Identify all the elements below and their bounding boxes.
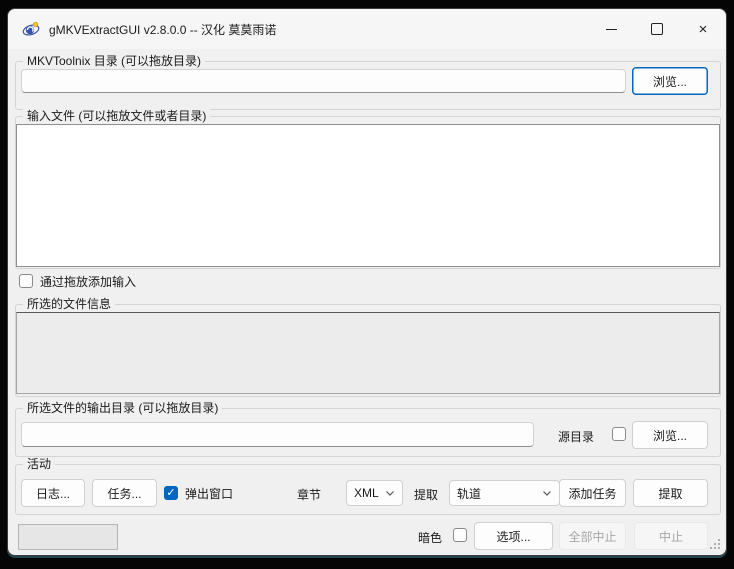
extract-mode-value: 轨道	[457, 485, 481, 502]
caption-buttons: ×	[588, 9, 726, 49]
input-files-list[interactable]	[16, 124, 720, 267]
extract-mode-select[interactable]: 轨道	[449, 480, 560, 506]
app-icon	[22, 20, 40, 38]
minimize-button[interactable]	[588, 9, 634, 49]
progress-bar	[18, 524, 118, 550]
mkvtoolnix-path-input[interactable]	[21, 69, 626, 93]
chapter-format-value: XML	[354, 486, 379, 500]
screen: gMKVExtractGUI v2.8.0.0 -- 汉化 莫莫雨诺 × MKV…	[0, 0, 734, 569]
chapter-format-select[interactable]: XML	[346, 480, 403, 506]
source-dir-checkbox[interactable]	[612, 427, 626, 441]
group-input-files-label: 输入文件 (可以拖放文件或者目录)	[23, 109, 210, 124]
drag-add-label: 通过拖放添加输入	[40, 273, 136, 290]
abort-all-button: 全部中止	[559, 522, 626, 550]
mkvtoolnix-browse-button[interactable]: 浏览...	[632, 67, 708, 95]
drag-add-checkbox[interactable]	[19, 274, 33, 288]
output-dir-input[interactable]	[21, 422, 534, 447]
popup-checkbox[interactable]: ✓	[164, 486, 178, 500]
extract-button[interactable]: 提取	[633, 479, 708, 507]
minimize-icon	[606, 29, 617, 30]
chevron-down-icon	[385, 488, 395, 498]
jobs-button[interactable]: 任务...	[92, 479, 157, 507]
options-button[interactable]: 选项...	[474, 522, 553, 550]
maximize-button[interactable]	[634, 9, 680, 49]
title-bar: gMKVExtractGUI v2.8.0.0 -- 汉化 莫莫雨诺 ×	[8, 9, 726, 49]
close-button[interactable]: ×	[680, 9, 726, 49]
abort-button: 中止	[634, 522, 708, 550]
extract-mode-label: 提取	[414, 486, 438, 503]
window-title: gMKVExtractGUI v2.8.0.0 -- 汉化 莫莫雨诺	[49, 21, 276, 38]
popup-label: 弹出窗口	[185, 485, 233, 502]
group-mkvtoolnix-label: MKVToolnix 目录 (可以拖放目录)	[23, 54, 205, 69]
file-info-box	[16, 312, 720, 394]
group-activity-label: 活动	[23, 457, 55, 472]
source-dir-label: 源目录	[558, 428, 594, 445]
add-job-button[interactable]: 添加任务	[559, 479, 626, 507]
group-output-dir-label: 所选文件的输出目录 (可以拖放目录)	[23, 401, 222, 416]
chapter-label: 章节	[297, 486, 321, 503]
resize-grip[interactable]	[708, 537, 720, 549]
dark-mode-checkbox[interactable]	[453, 528, 467, 542]
app-window: gMKVExtractGUI v2.8.0.0 -- 汉化 莫莫雨诺 × MKV…	[7, 8, 727, 556]
group-file-info-label: 所选的文件信息	[23, 297, 115, 312]
chevron-down-icon	[542, 488, 552, 498]
maximize-icon	[651, 23, 663, 35]
dark-mode-label: 暗色	[418, 529, 442, 546]
output-dir-browse-button[interactable]: 浏览...	[632, 421, 708, 449]
log-button[interactable]: 日志...	[21, 479, 85, 507]
close-icon: ×	[699, 22, 708, 37]
